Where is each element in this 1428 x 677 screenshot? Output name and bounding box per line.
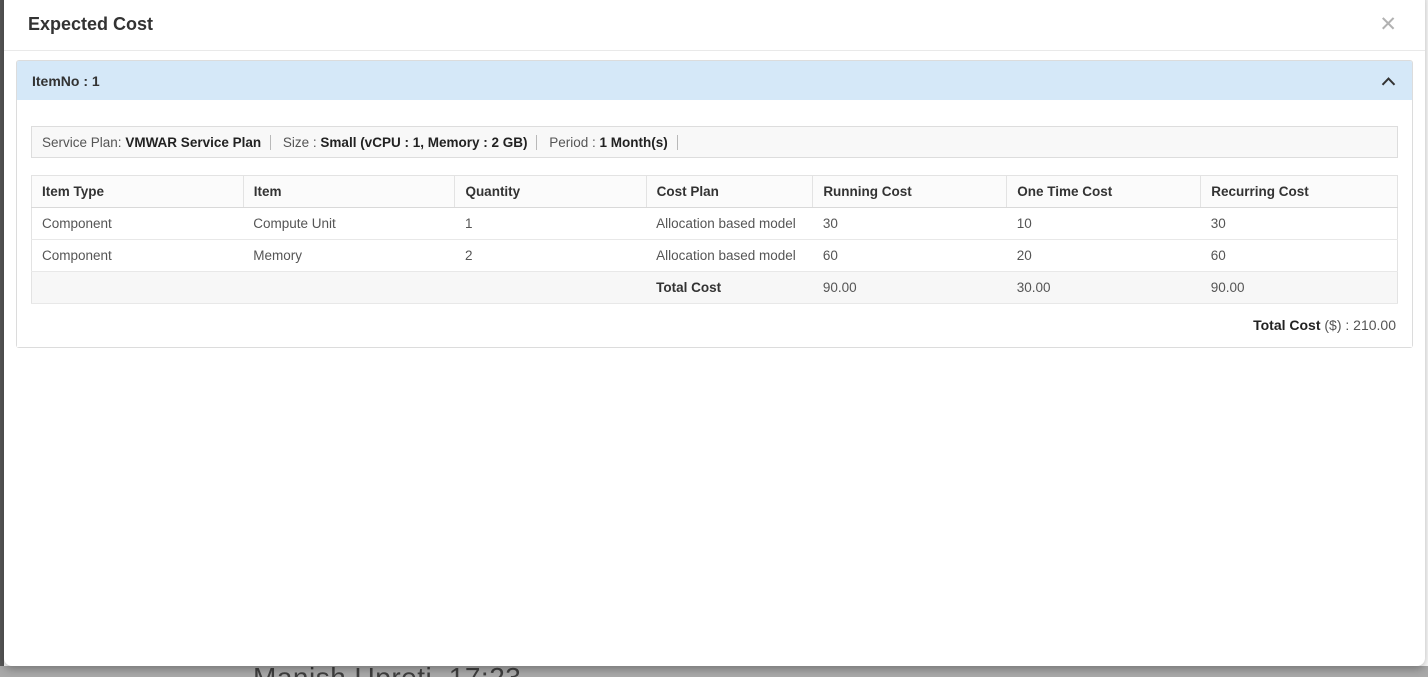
col-item: Item [242, 175, 455, 208]
expected-cost-modal: Expected Cost ✕ ItemNo : 1 Service Plan:… [4, 0, 1425, 666]
table-row: Component Memory 2 Allocation based mode… [31, 239, 1398, 272]
item-panel-title: ItemNo : 1 [32, 73, 100, 89]
grand-total: Total Cost ($) : 210.00 [1253, 317, 1396, 333]
col-running-cost: Running Cost [812, 175, 1007, 208]
item-panel: ItemNo : 1 Service Plan: VMWAR Service P… [16, 60, 1413, 348]
cost-table: Item Type Item Quantity Cost Plan Runnin… [31, 175, 1398, 304]
close-icon[interactable]: ✕ [1377, 14, 1399, 35]
col-recurring-cost: Recurring Cost [1200, 175, 1398, 208]
summary-size: Size : Small (vCPU : 1, Memory : 2 GB) [283, 135, 538, 150]
summary-period: Period : 1 Month(s) [549, 135, 678, 150]
chevron-up-icon[interactable] [1381, 76, 1396, 86]
service-plan-summary: Service Plan: VMWAR Service Plan Size : … [31, 126, 1398, 158]
modal-header: Expected Cost ✕ [4, 0, 1425, 51]
item-panel-body: Service Plan: VMWAR Service Plan Size : … [17, 100, 1412, 347]
col-item-type: Item Type [31, 175, 244, 208]
modal-body: ItemNo : 1 Service Plan: VMWAR Service P… [4, 51, 1425, 348]
col-one-time-cost: One Time Cost [1006, 175, 1201, 208]
item-panel-header[interactable]: ItemNo : 1 [17, 61, 1412, 100]
col-cost-plan: Cost Plan [645, 175, 813, 208]
table-row: Component Compute Unit 1 Allocation base… [31, 207, 1398, 240]
modal-title: Expected Cost [28, 14, 154, 34]
background-bottom-strip: Manish Upreti, 17:23 [0, 662, 1428, 677]
cost-table-header-row: Item Type Item Quantity Cost Plan Runnin… [31, 175, 1398, 208]
col-quantity: Quantity [454, 175, 647, 208]
table-total-row: Total Cost 90.00 30.00 90.00 [31, 271, 1398, 304]
summary-service-plan: Service Plan: VMWAR Service Plan [42, 135, 272, 150]
